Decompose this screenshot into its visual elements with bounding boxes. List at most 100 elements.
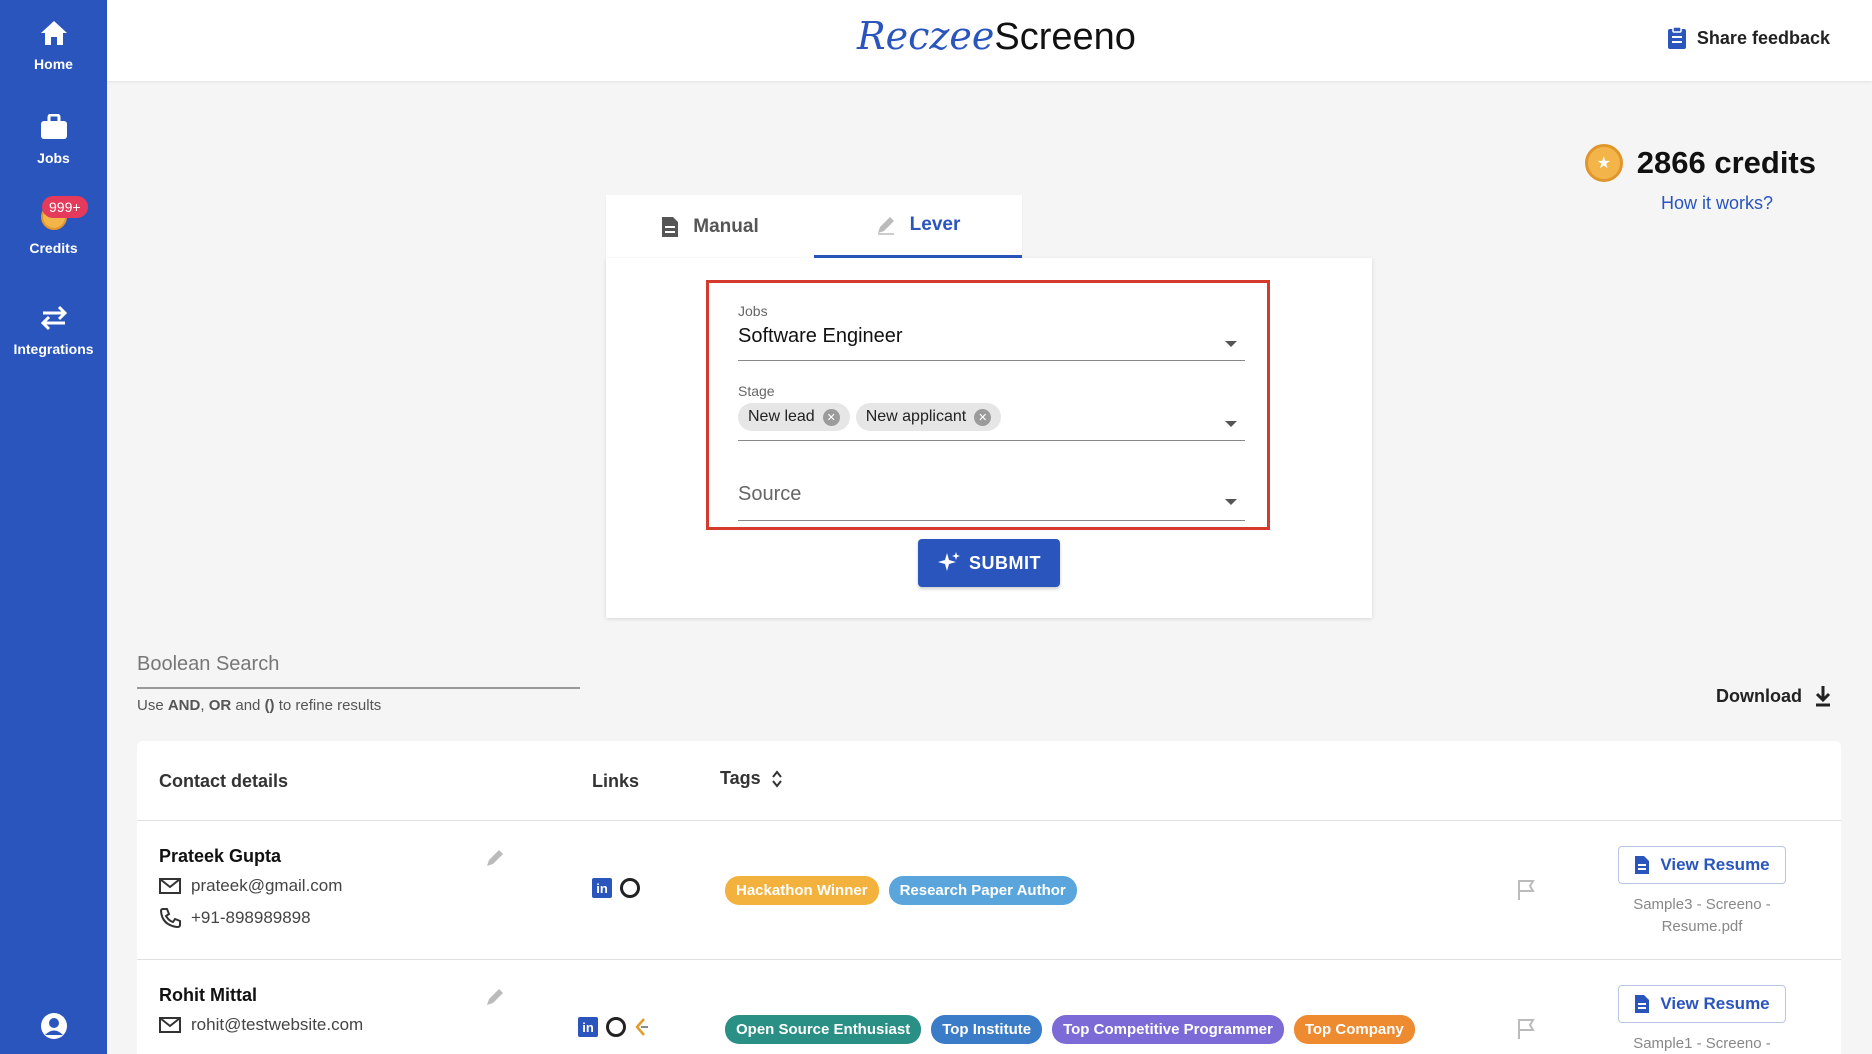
view-resume-button[interactable]: View Resume <box>1618 846 1786 884</box>
view-resume-button[interactable]: View Resume <box>1618 985 1786 1023</box>
chip-new-lead: New lead ✕ <box>738 403 850 431</box>
candidate-name: Prateek Gupta <box>159 846 282 866</box>
download-label: Download <box>1716 685 1802 706</box>
github-icon[interactable] <box>620 878 640 898</box>
hint-keyword: OR <box>208 697 232 714</box>
linkedin-icon[interactable]: in <box>578 1017 598 1037</box>
email-text: rohit@testwebsite.com <box>191 1015 364 1034</box>
source-select[interactable]: Source <box>738 473 1245 521</box>
tab-lever[interactable]: Lever <box>814 195 1022 258</box>
sidebar-item-credits[interactable]: 999+ Credits <box>0 196 107 256</box>
how-it-works-link[interactable]: How it works? <box>1661 193 1773 214</box>
header-tags: Tags <box>720 768 761 788</box>
resume-filename: Sample1 - Screeno - <box>1612 1033 1792 1054</box>
candidate-links: in <box>592 878 640 898</box>
tab-label: Manual <box>693 215 759 237</box>
edit-pencil-icon[interactable] <box>485 848 505 868</box>
download-button[interactable]: Download <box>1716 685 1832 707</box>
home-icon <box>40 21 67 45</box>
sidebar-item-jobs[interactable]: Jobs <box>0 114 107 166</box>
user-avatar-icon[interactable] <box>40 1012 68 1040</box>
stage-chips: New lead ✕ New applicant ✕ <box>738 403 1245 431</box>
resume-filename: Sample3 - Screeno - Resume.pdf <box>1612 894 1792 938</box>
mail-icon <box>159 878 181 894</box>
chip-new-applicant: New applicant ✕ <box>855 403 1002 431</box>
submit-label: SUBMIT <box>969 552 1041 573</box>
sidebar-item-label: Integrations <box>13 341 94 357</box>
sort-icon <box>771 769 782 788</box>
swap-arrows-icon <box>40 305 67 331</box>
table-row: Rohit Mittal rohit@testwebsite.com in Op… <box>137 959 1841 1054</box>
flag-icon[interactable] <box>1517 879 1537 901</box>
jobs-select[interactable]: Jobs Software Engineer <box>738 303 1245 361</box>
tab-manual[interactable]: Manual <box>606 195 814 258</box>
hint-keyword: AND <box>167 697 201 714</box>
credits-amount: 2866 credits <box>1636 145 1816 180</box>
tag-badge: Open Source Enthusiast <box>725 1015 922 1044</box>
chevron-down-icon <box>1225 341 1237 347</box>
briefcase-icon <box>40 114 67 139</box>
boolean-search-field[interactable] <box>137 653 580 689</box>
pencil-icon <box>877 217 894 235</box>
remove-chip-icon[interactable]: ✕ <box>822 408 840 426</box>
highlight-box: Jobs Software Engineer Stage New lead ✕ Ne… <box>706 280 1270 530</box>
logo-part-screeno: Screeno <box>994 16 1136 58</box>
sidebar-item-label: Home <box>34 56 73 72</box>
mail-icon <box>159 1017 181 1033</box>
source-placeholder: Source <box>738 483 802 505</box>
candidates-table: Contact details Links Tags Prateek Gupta… <box>137 741 1841 1054</box>
phone-text: +91-898989898 <box>191 908 311 927</box>
hint-keyword: () <box>264 697 275 714</box>
edit-pencil-icon[interactable] <box>485 987 505 1007</box>
sidebar-item-label: Jobs <box>37 150 70 166</box>
tag-badge: Top Competitive Programmer <box>1052 1015 1284 1044</box>
search-hint: Use AND, OR and () to refine results <box>137 697 381 714</box>
sidebar-item-home[interactable]: Home <box>0 20 107 72</box>
phone-icon <box>159 908 181 928</box>
stage-select[interactable]: Stage New lead ✕ New applicant ✕ <box>738 383 1245 441</box>
view-resume-label: View Resume <box>1660 855 1770 874</box>
chip-label: New lead <box>748 408 815 425</box>
view-resume-label: View Resume <box>1660 994 1770 1013</box>
header-links: Links <box>592 771 640 791</box>
sidebar-item-label: Credits <box>29 240 78 256</box>
linkedin-icon[interactable]: in <box>592 878 612 898</box>
submit-button[interactable]: SUBMIT <box>918 539 1060 587</box>
jobs-label: Jobs <box>738 303 768 319</box>
filename-line: Sample3 - Screeno - <box>1633 896 1771 913</box>
flag-icon[interactable] <box>1517 1018 1537 1040</box>
hint-text: and <box>231 697 265 714</box>
tab-label: Lever <box>909 214 961 235</box>
sidebar-item-integrations[interactable]: Integrations <box>0 305 107 357</box>
candidate-email: prateek@gmail.com <box>159 876 342 896</box>
share-feedback-label: Share feedback <box>1696 27 1830 48</box>
candidate-name: Rohit Mittal <box>159 985 257 1005</box>
document-icon <box>1635 856 1650 874</box>
table-row: Prateek Gupta prateek@gmail.com +91-8989… <box>137 820 1841 959</box>
top-header: ReczeeScreeno Share feedback <box>107 0 1872 81</box>
candidate-tags: Hackathon Winner Research Paper Author <box>725 876 1077 905</box>
credits-badge: 999+ <box>42 196 88 218</box>
credits-display: ★ 2866 credits <box>1584 144 1816 182</box>
header-tags-sort[interactable]: Tags <box>720 768 783 789</box>
document-icon <box>662 216 679 237</box>
jobs-value: Software Engineer <box>738 325 903 347</box>
boolean-search-input[interactable] <box>137 653 580 676</box>
github-icon[interactable] <box>606 1017 626 1037</box>
remove-chip-icon[interactable]: ✕ <box>974 408 992 426</box>
hint-text: , <box>200 697 209 714</box>
sidebar: Home Jobs 999+ Credits Integrations <box>0 0 107 1054</box>
sparkle-icon <box>938 552 960 571</box>
app-logo: ReczeeScreeno <box>857 14 1136 59</box>
filename-line: Resume.pdf <box>1661 918 1743 935</box>
chevron-down-icon <box>1225 421 1237 427</box>
clipboard-icon <box>1667 26 1686 49</box>
hint-text: Use <box>137 697 168 714</box>
candidate-links: in <box>578 1017 650 1037</box>
coin-star-icon: ★ <box>1584 144 1623 182</box>
chip-label: New applicant <box>865 408 967 425</box>
leetcode-icon[interactable] <box>634 1017 650 1037</box>
source-tabs: Manual Lever <box>606 195 1022 258</box>
share-feedback-button[interactable]: Share feedback <box>1667 26 1830 50</box>
logo-part-reczee: Reczee <box>857 14 995 58</box>
